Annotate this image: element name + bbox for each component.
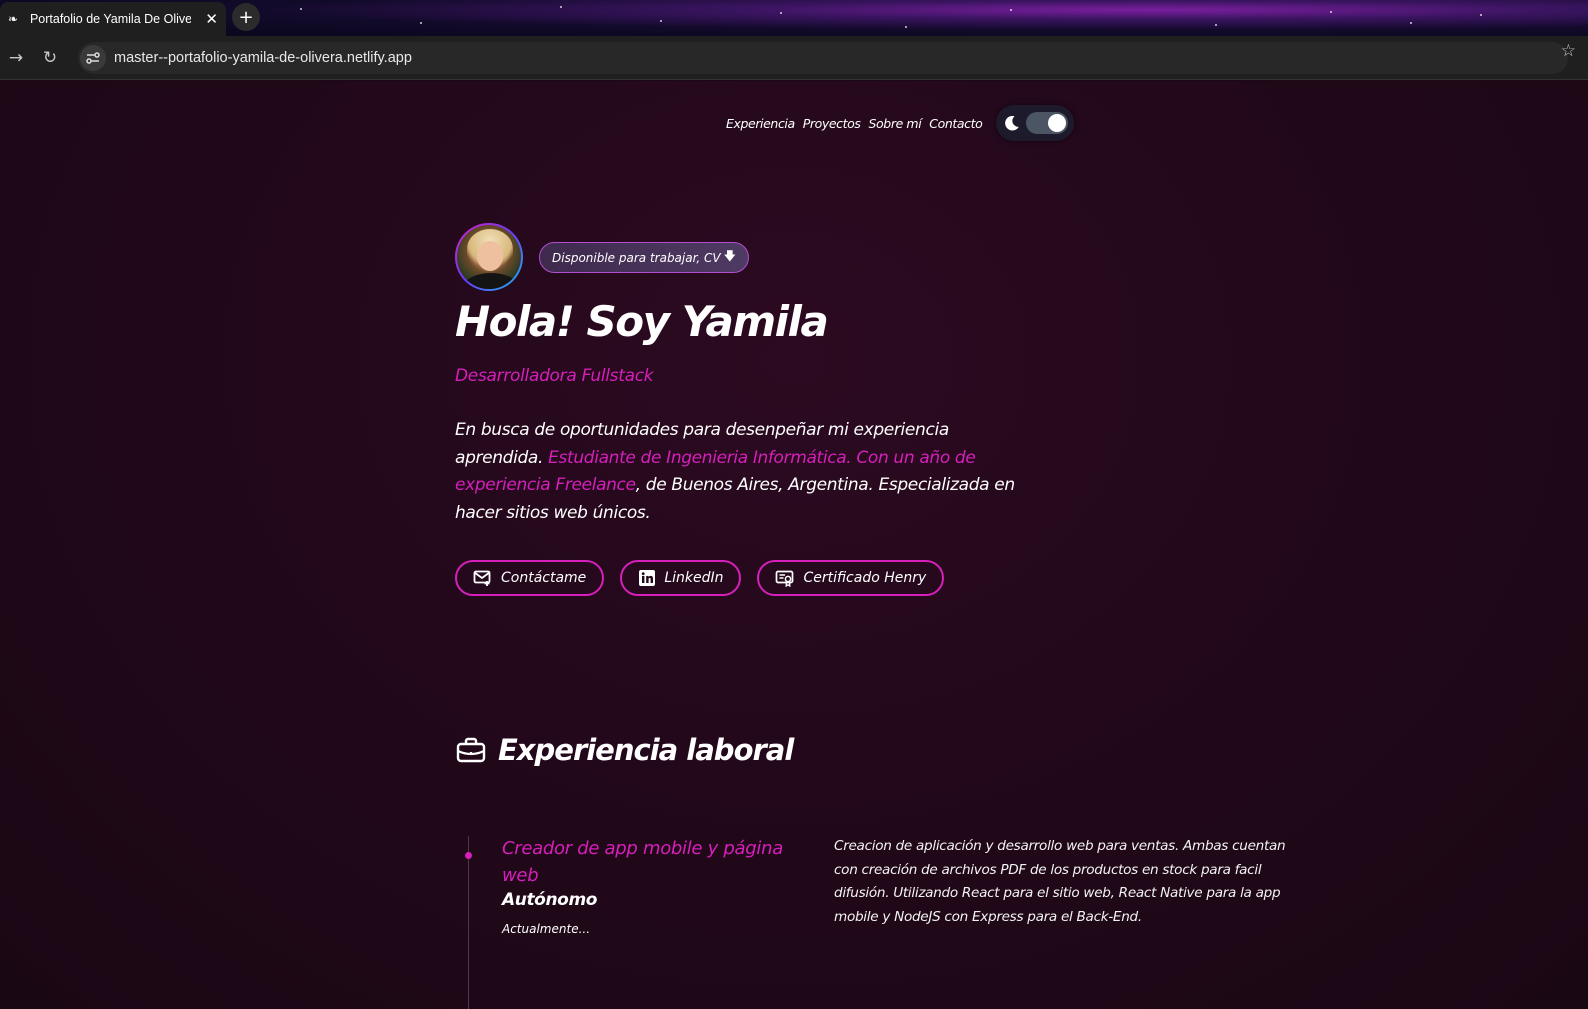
- star-decoration: [1480, 14, 1482, 16]
- certificate-icon: [776, 570, 794, 587]
- theme-switch[interactable]: [1026, 112, 1069, 134]
- nav-link-proyectos[interactable]: Proyectos: [803, 116, 861, 131]
- bookmark-star-icon[interactable]: ☆: [1561, 41, 1576, 61]
- star-decoration: [420, 22, 422, 24]
- nav-link-sobre-mi[interactable]: Sobre mí: [869, 116, 922, 131]
- hero-buttons: Contáctame LinkedIn Certificado Henry: [455, 560, 960, 596]
- linkedin-icon: [639, 570, 656, 586]
- reload-icon[interactable]: ↻: [38, 46, 62, 70]
- forward-icon[interactable]: →: [4, 46, 28, 70]
- site-favicon-icon: ❧: [8, 12, 19, 26]
- briefcase-icon: [456, 737, 486, 763]
- download-arrow-icon: 🡇: [723, 249, 736, 263]
- mail-icon: [473, 570, 491, 586]
- site-settings-icon[interactable]: [80, 45, 106, 71]
- nav-link-contacto[interactable]: Contacto: [929, 116, 982, 131]
- top-navigation: Experiencia Proyectos Sobre mí Contacto: [726, 105, 1075, 141]
- nav-link-experiencia[interactable]: Experiencia: [726, 116, 795, 131]
- job-company: Autónomo: [502, 890, 598, 910]
- job-description: Creacion de aplicación y desarrollo web …: [834, 838, 1286, 926]
- avatar-photo: [457, 225, 521, 289]
- switch-knob: [1048, 114, 1067, 132]
- star-decoration: [1330, 11, 1332, 13]
- star-decoration: [560, 6, 562, 8]
- star-decoration: [780, 12, 782, 14]
- star-decoration: [1010, 9, 1012, 11]
- tab-title: Portafolio de Yamila De Olivera: [29, 12, 192, 26]
- linkedin-button-label: LinkedIn: [664, 570, 724, 586]
- browser-toolbar: → ↻ master--portafolio-yamila-de-olivera…: [0, 36, 1588, 80]
- avatar-face: [477, 241, 503, 271]
- hero-title: Hola! Soy Yamila: [455, 297, 829, 346]
- url-text: master--portafolio-yamila-de-olivera.net…: [114, 50, 412, 66]
- browser-tab-strip: ❧ Portafolio de Yamila De Olivera ✕ +: [0, 0, 1588, 36]
- star-decoration: [905, 26, 907, 28]
- experience-title: Experiencia laboral: [498, 733, 794, 767]
- certificate-button[interactable]: Certificado Henry: [757, 560, 945, 596]
- certificate-button-label: Certificado Henry: [803, 570, 927, 586]
- badge-label: Disponible para trabajar, CV: [552, 250, 721, 265]
- moon-icon: [1005, 115, 1020, 131]
- new-tab-button[interactable]: +: [232, 3, 260, 31]
- cv-download-badge[interactable]: Disponible para trabajar, CV 🡇: [539, 242, 749, 273]
- star-decoration: [1410, 22, 1412, 24]
- experience-section-title: Experiencia laboral: [456, 733, 794, 767]
- theme-toggle[interactable]: [996, 105, 1075, 141]
- address-bar[interactable]: master--portafolio-yamila-de-olivera.net…: [78, 42, 1568, 74]
- timeline-dot: [465, 852, 472, 859]
- job-date: Actualmente...: [502, 922, 591, 936]
- hero-subtitle: Desarrolladora Fullstack: [455, 366, 654, 386]
- linkedin-button[interactable]: LinkedIn: [620, 560, 742, 596]
- avatar: [455, 223, 523, 291]
- browser-tab[interactable]: ❧ Portafolio de Yamila De Olivera ✕: [0, 2, 226, 36]
- contact-button-label: Contáctame: [501, 570, 587, 586]
- avatar-shirt: [463, 273, 519, 289]
- star-decoration: [300, 8, 302, 10]
- star-decoration: [1215, 24, 1217, 26]
- contact-button[interactable]: Contáctame: [455, 560, 605, 596]
- hero-description: En busca de oportunidades para desenpeña…: [455, 417, 1025, 527]
- star-decoration: [660, 20, 662, 22]
- close-tab-icon[interactable]: ✕: [205, 10, 218, 28]
- timeline-line: [468, 836, 469, 1009]
- portfolio-page: Experiencia Proyectos Sobre mí Contacto …: [0, 81, 1588, 1009]
- job-role: Creador de app mobile y página web: [502, 838, 783, 886]
